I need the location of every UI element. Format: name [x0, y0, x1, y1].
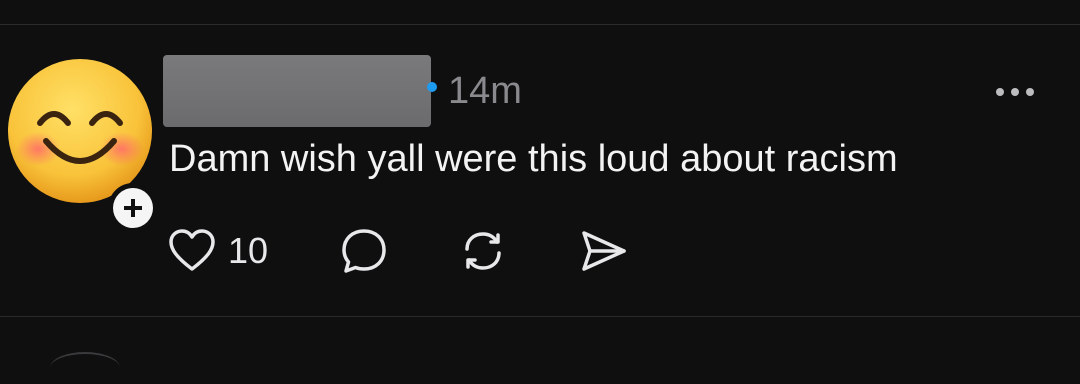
post-actions: 10 — [168, 225, 868, 277]
speech-bubble-icon — [342, 229, 386, 273]
verified-badge-icon — [427, 82, 437, 92]
bottom-divider — [0, 316, 1080, 317]
send-icon — [582, 231, 626, 271]
post-text: Damn wish yall were this loud about raci… — [169, 138, 898, 180]
post[interactable]: 14m Damn wish yall were this loud about … — [0, 25, 1080, 316]
more-dots-icon — [996, 88, 1004, 96]
reply-button[interactable] — [340, 225, 388, 277]
post-timestamp: 14m — [448, 70, 522, 112]
avatar-container[interactable] — [6, 57, 158, 233]
plus-icon — [124, 199, 142, 217]
redacted-username[interactable] — [163, 55, 431, 127]
like-count: 10 — [228, 230, 269, 271]
repost-button[interactable] — [458, 225, 508, 277]
heart-icon — [169, 229, 215, 271]
like-button[interactable]: 10 — [168, 225, 268, 277]
repost-icon — [465, 232, 501, 270]
follow-button[interactable] — [108, 183, 158, 233]
next-post-avatar[interactable] — [50, 352, 120, 384]
share-button[interactable] — [578, 225, 628, 277]
more-options-button[interactable] — [985, 75, 1045, 109]
